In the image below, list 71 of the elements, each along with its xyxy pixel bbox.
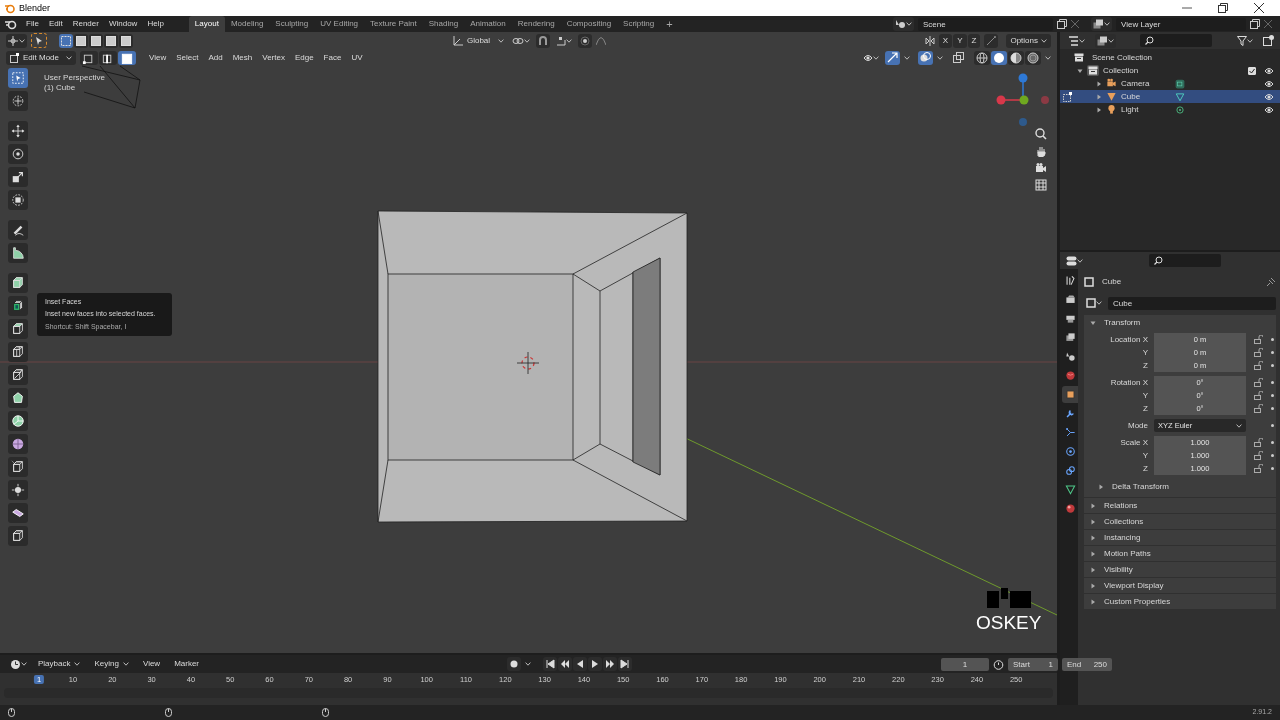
field-label: Z — [1142, 403, 1149, 414]
workspace-tab[interactable]: Modeling — [224, 16, 270, 32]
tree-row[interactable]: Light — [1060, 103, 1280, 116]
menu-item[interactable]: Render — [67, 16, 104, 32]
workspace-tab[interactable]: Rendering — [511, 16, 561, 32]
menu-item[interactable]: File — [21, 16, 44, 32]
tree-item-label: Camera — [1121, 78, 1151, 89]
mirror-axis-toggle[interactable]: Y — [953, 33, 967, 48]
mirror-axis-toggle[interactable]: X — [938, 33, 953, 48]
panel-header[interactable]: Custom Properties — [1084, 593, 1276, 609]
workspace-tab[interactable]: Animation — [464, 16, 512, 32]
panel-header[interactable]: Visibility — [1084, 561, 1276, 577]
orientation-dropdown[interactable]: Global — [450, 33, 507, 48]
workspace-tab[interactable]: Compositing — [560, 16, 618, 32]
panel-header[interactable]: Transform — [1084, 315, 1276, 331]
menu-dropdown[interactable]: Keying — [89, 656, 134, 673]
options-dropdown[interactable]: Options — [1006, 33, 1051, 48]
field-label: Scale X — [1119, 437, 1149, 448]
field-label: Y — [1141, 390, 1149, 401]
field-label: Location X — [1109, 334, 1149, 345]
workspace-tab[interactable]: Scripting — [617, 16, 661, 32]
panel-header[interactable]: Viewport Display — [1084, 577, 1276, 593]
menu-item[interactable]: View — [137, 656, 166, 673]
menu-item[interactable]: Add — [203, 49, 228, 66]
tree-item[interactable]: Collection — [1103, 65, 1139, 76]
object-name-label: (1) Cube — [44, 82, 77, 93]
menu-item[interactable]: Face — [318, 49, 347, 66]
window-title: Blender — [19, 2, 51, 14]
menu-item[interactable]: Marker — [169, 656, 205, 673]
view-name-label: User Perspective — [44, 73, 105, 83]
panel-header[interactable]: Collections — [1084, 513, 1276, 529]
start-frame-field[interactable]: Start 1 — [1008, 657, 1059, 671]
workspace-tab[interactable]: UV Editing — [314, 16, 365, 32]
mode-dropdown[interactable]: Edit Mode — [6, 50, 76, 65]
key-label: OSKEY — [976, 612, 1042, 635]
workspace-tab[interactable]: Texture Paint — [364, 16, 423, 32]
object-name-label: Cube — [1102, 277, 1122, 287]
menu-item[interactable]: Help — [142, 16, 169, 32]
add-workspace-button[interactable]: + — [660, 16, 679, 32]
menu-item[interactable]: Window — [103, 16, 143, 32]
field-label: Mode — [1127, 420, 1149, 431]
subpanel-header[interactable]: Delta Transform — [1084, 479, 1276, 495]
menu-item[interactable]: Select — [171, 49, 204, 66]
object-name-field[interactable]: Cube — [1108, 296, 1276, 310]
view-layer-field[interactable]: View Layer — [1116, 17, 1246, 31]
workspace-tab[interactable]: Sculpting — [269, 16, 315, 32]
panel-header[interactable]: Motion Paths — [1084, 545, 1276, 561]
menu-item[interactable]: Edit — [43, 16, 68, 32]
field-label: Y — [1141, 347, 1149, 358]
menu-item[interactable]: Vertex — [257, 49, 290, 66]
tree-row[interactable]: Cube — [1060, 90, 1280, 103]
mirror-axis-toggle[interactable]: Z — [967, 33, 981, 48]
menu-item[interactable]: Mesh — [227, 49, 258, 66]
field-label: Y — [1141, 450, 1149, 461]
menu-item[interactable]: Edge — [289, 49, 319, 66]
panel-header[interactable]: Instancing — [1084, 529, 1276, 545]
tree-item-label: Light — [1121, 104, 1140, 115]
panel-header[interactable]: Relations — [1084, 497, 1276, 513]
tree-row[interactable]: Camera — [1060, 77, 1280, 90]
field-label: Z — [1142, 463, 1149, 474]
scene-field[interactable]: Scene — [918, 17, 1053, 31]
menu-item[interactable]: View — [144, 49, 172, 66]
field-label: Z — [1142, 360, 1149, 371]
current-frame-field[interactable]: 1 — [941, 657, 990, 671]
workspace-tab[interactable]: Layout — [188, 16, 225, 32]
tree-item[interactable]: Scene Collection — [1092, 52, 1153, 63]
menu-item[interactable]: UV — [346, 49, 368, 66]
field-label: Rotation X — [1109, 377, 1149, 388]
menu-dropdown[interactable]: Playback — [33, 656, 86, 673]
workspace-tab[interactable]: Shading — [422, 16, 465, 32]
tree-item-label: Cube — [1121, 91, 1142, 102]
